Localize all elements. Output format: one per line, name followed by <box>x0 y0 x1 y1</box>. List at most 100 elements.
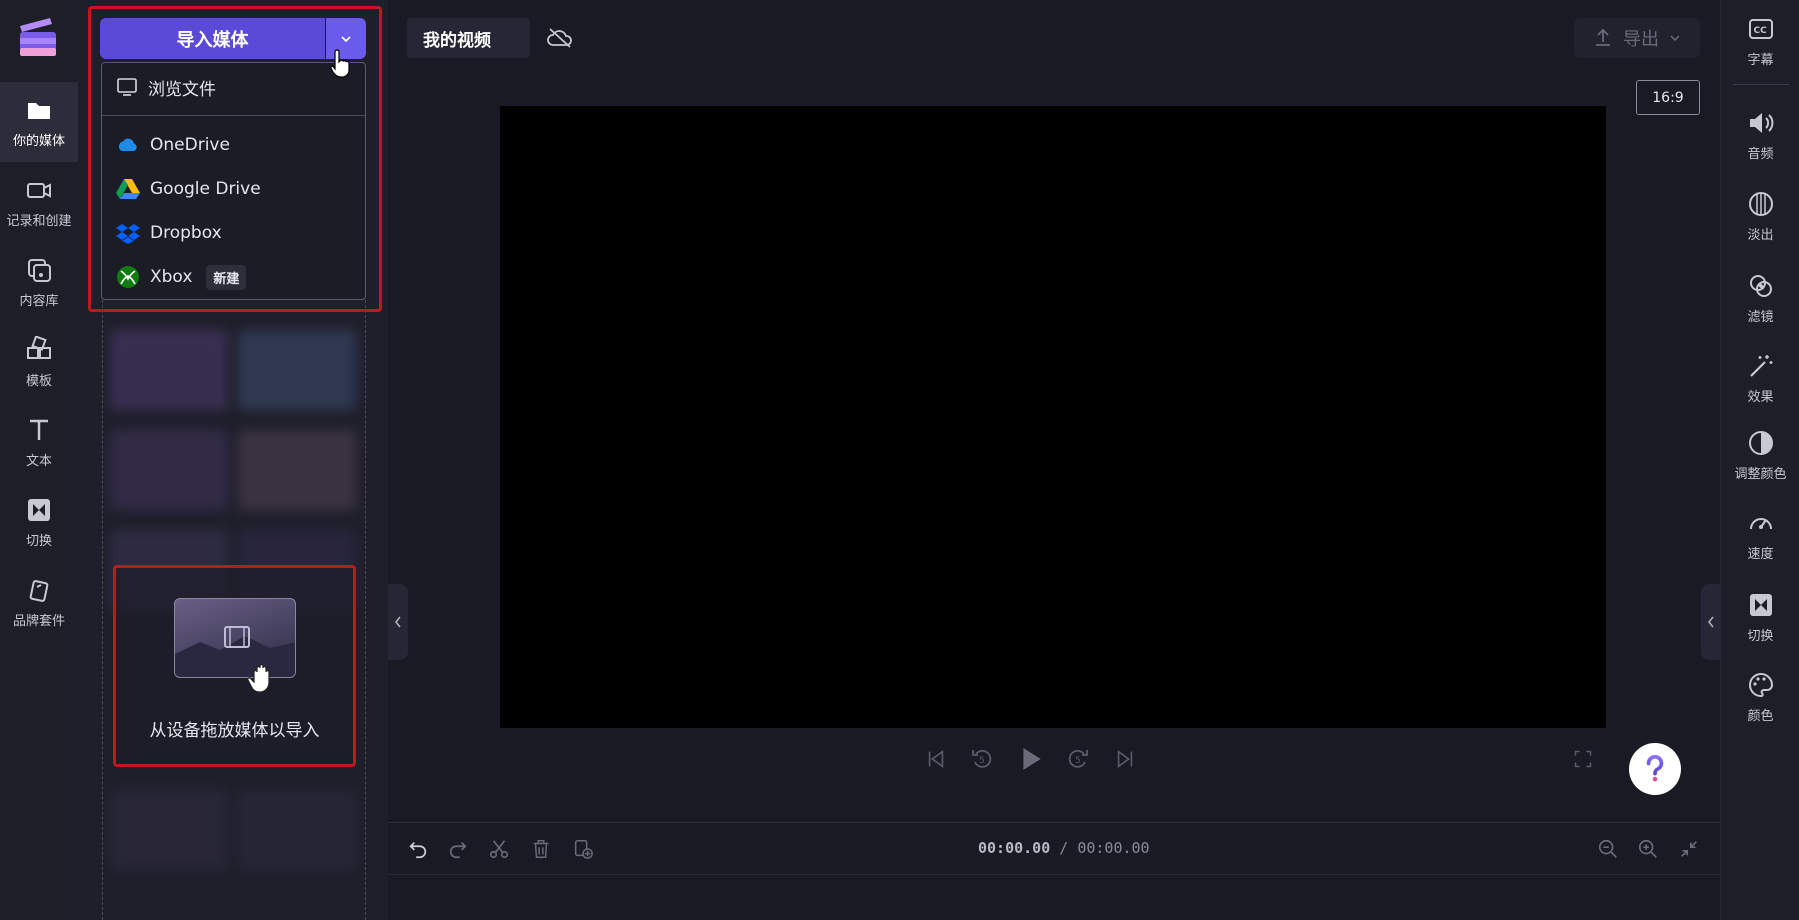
text-icon <box>30 419 48 440</box>
filters-icon <box>1749 274 1772 297</box>
rnav-audio[interactable]: 音频 <box>1721 100 1799 170</box>
zoom-out-button[interactable] <box>1596 837 1620 861</box>
content-library-icon <box>28 258 51 282</box>
transition-icon <box>1749 593 1772 616</box>
import-media-button[interactable]: 导入媒体 <box>100 18 325 59</box>
forward-5s-button[interactable]: 5 <box>1064 745 1092 773</box>
skip-to-start-button[interactable] <box>922 745 950 773</box>
nav-templates[interactable]: 模板 <box>0 322 78 402</box>
upload-icon <box>1596 28 1610 46</box>
chevron-left-icon <box>1707 616 1714 628</box>
nav-label: 模板 <box>25 373 52 389</box>
play-icon <box>1023 748 1041 770</box>
rnav-label: 速度 <box>1747 546 1774 562</box>
onedrive-icon <box>118 138 137 151</box>
redo-button[interactable] <box>446 837 470 861</box>
drag-drop-zone[interactable]: 从设备拖放媒体以导入 <box>113 565 356 767</box>
templates-icon <box>27 335 51 359</box>
question-mark-icon <box>1646 754 1664 782</box>
forward-5-icon: 5 <box>1068 749 1088 768</box>
zoom-in-button[interactable] <box>1636 837 1660 861</box>
hand-pointer-cursor-icon <box>330 49 350 78</box>
rnav-adjust-colors[interactable]: 调整颜色 <box>1721 420 1799 490</box>
add-to-timeline-button[interactable] <box>571 837 595 861</box>
grab-hand-icon <box>248 663 270 693</box>
left-navigation: 你的媒体 记录和创建 内容库 模板 文本 切换 品牌套件 <box>0 0 78 920</box>
project-title[interactable]: 我的视频 <box>407 18 530 58</box>
nav-brand-kit[interactable]: 品牌套件 <box>0 562 78 642</box>
rnav-color[interactable]: 颜色 <box>1721 662 1799 732</box>
rnav-divider <box>1733 84 1789 85</box>
captions-icon: CC <box>1748 18 1773 39</box>
rnav-filters[interactable]: 滤镜 <box>1721 263 1799 333</box>
undo-button[interactable] <box>406 837 430 861</box>
aspect-ratio-button[interactable]: 16:9 <box>1636 80 1700 115</box>
menu-item-dropbox[interactable]: Dropbox <box>102 213 365 253</box>
rnav-captions[interactable]: CC 字幕 <box>1721 6 1799 76</box>
nav-text[interactable]: 文本 <box>0 402 78 482</box>
fit-timeline-button[interactable] <box>1677 837 1701 861</box>
menu-item-label: OneDrive <box>150 135 230 155</box>
app-logo[interactable] <box>16 16 60 60</box>
rnav-effects[interactable]: 效果 <box>1721 343 1799 413</box>
menu-divider <box>102 115 365 116</box>
rnav-speed[interactable]: 速度 <box>1721 500 1799 570</box>
rnav-fade[interactable]: 淡出 <box>1721 181 1799 251</box>
collapse-properties-panel-button[interactable] <box>1701 584 1721 660</box>
fade-icon <box>1748 191 1773 216</box>
menu-item-google-drive[interactable]: Google Drive <box>102 169 365 209</box>
scissors-icon <box>489 840 509 859</box>
zoom-out-icon <box>1598 839 1617 858</box>
drop-zone-text: 从设备拖放媒体以导入 <box>149 721 320 741</box>
nav-record-create[interactable]: 记录和创建 <box>0 162 78 242</box>
svg-text:5: 5 <box>979 756 985 766</box>
brand-kit-icon <box>29 579 49 602</box>
chevron-left-icon <box>394 616 401 628</box>
nav-transitions[interactable]: 切换 <box>0 482 78 562</box>
menu-item-label: Xbox <box>150 267 193 287</box>
timeline-panel: 00:00.00 / 00:00.00 <box>388 822 1720 920</box>
skip-to-end-button[interactable] <box>1111 745 1139 773</box>
menu-item-onedrive[interactable]: OneDrive <box>102 125 365 165</box>
play-button[interactable] <box>1017 745 1045 773</box>
project-title-text: 我的视频 <box>423 30 491 51</box>
export-button[interactable]: 导出 <box>1574 18 1700 58</box>
fullscreen-button[interactable] <box>1569 745 1597 773</box>
nav-label: 记录和创建 <box>6 213 72 229</box>
menu-item-label: Dropbox <box>150 223 222 243</box>
undo-icon <box>409 841 427 859</box>
split-button[interactable] <box>487 837 511 861</box>
menu-item-xbox[interactable]: Xbox 新建 <box>102 257 365 297</box>
chevron-down-icon <box>1670 35 1680 42</box>
nav-your-media[interactable]: 你的媒体 <box>0 82 78 162</box>
rnav-label: 效果 <box>1747 389 1774 405</box>
monitor-icon <box>117 78 137 96</box>
nav-label: 文本 <box>25 453 52 469</box>
rnav-label: 调整颜色 <box>1734 466 1787 482</box>
export-label: 导出 <box>1623 29 1659 50</box>
menu-item-browse-files[interactable]: 浏览文件 <box>102 67 365 107</box>
import-dropdown-menu: 浏览文件 OneDrive Google Drive Dropbox Xbox … <box>101 62 366 300</box>
collapse-arrows-icon <box>1681 841 1697 857</box>
rewind-5s-button[interactable]: 5 <box>968 745 996 773</box>
nav-content-library[interactable]: 内容库 <box>0 242 78 322</box>
delete-button[interactable] <box>529 837 553 861</box>
chevron-down-icon <box>341 35 351 42</box>
magic-wand-icon <box>1749 354 1772 377</box>
menu-item-label: 浏览文件 <box>148 79 216 100</box>
rnav-label: 字幕 <box>1747 52 1774 68</box>
rnav-transition[interactable]: 切换 <box>1721 582 1799 652</box>
clapperboard-logo-icon <box>20 18 56 56</box>
timeline-toolbar: 00:00.00 / 00:00.00 <box>388 823 1720 875</box>
speedometer-icon <box>1749 517 1772 529</box>
cloud-off-icon[interactable] <box>546 26 574 50</box>
help-button[interactable] <box>1629 743 1681 795</box>
color-palette-icon <box>1748 672 1773 697</box>
nav-label: 切换 <box>25 533 52 549</box>
time-separator: / <box>1050 839 1078 857</box>
dropbox-icon <box>116 224 140 244</box>
collapse-media-panel-button[interactable] <box>388 584 408 660</box>
import-media-label: 导入媒体 <box>176 29 249 51</box>
redo-icon <box>449 841 467 859</box>
folder-icon <box>28 102 50 119</box>
